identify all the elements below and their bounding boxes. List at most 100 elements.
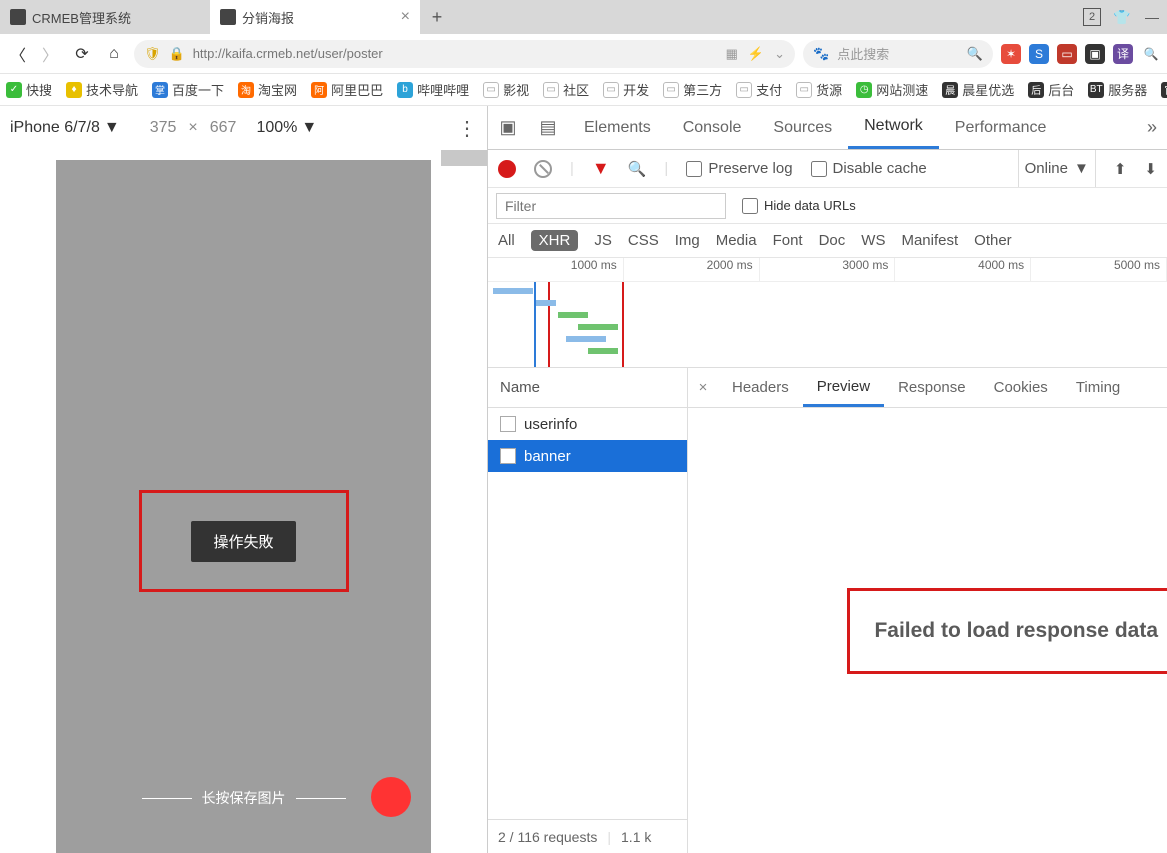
tab-console[interactable]: Console [667, 106, 758, 149]
upload-icon[interactable]: ⬆ [1114, 160, 1127, 178]
filter-media[interactable]: Media [716, 232, 757, 249]
tab-performance[interactable]: Performance [939, 106, 1063, 149]
close-icon[interactable]: × [401, 8, 410, 26]
record-icon[interactable] [498, 160, 516, 178]
more-icon[interactable]: ⋮ [457, 116, 477, 141]
network-timeline[interactable]: 1000 ms 2000 ms 3000 ms 4000 ms 5000 ms [488, 258, 1167, 368]
filter-manifest[interactable]: Manifest [901, 232, 958, 249]
bookmark-icon: ♦ [66, 82, 82, 98]
search-placeholder: 点此搜索 [837, 44, 889, 63]
tab-response[interactable]: Response [884, 368, 980, 407]
bookmark-item[interactable]: ▭第三方 [663, 80, 722, 99]
bookmark-icon: 掌 [152, 82, 168, 98]
fab-button[interactable] [371, 777, 411, 817]
window-badge[interactable]: 2 [1077, 2, 1107, 32]
device-width[interactable]: 375 [150, 119, 177, 137]
filter-other[interactable]: Other [974, 232, 1012, 249]
filter-img[interactable]: Img [675, 232, 700, 249]
timeline-tick: 2000 ms [624, 258, 760, 281]
ext-icon[interactable]: S [1029, 44, 1049, 64]
bookmark-item[interactable]: b哔哩哔哩 [397, 80, 469, 99]
clear-icon[interactable] [534, 160, 552, 178]
bookmark-item[interactable]: ▭社区 [543, 80, 589, 99]
tab-network[interactable]: Network [848, 106, 939, 149]
tab-headers[interactable]: Headers [718, 368, 803, 407]
device-toggle-icon[interactable]: ▤ [528, 117, 568, 138]
tab-title: CRMEB管理系统 [32, 8, 131, 27]
bookmark-item[interactable]: 官官方系统 [1161, 80, 1167, 99]
reload-icon[interactable]: ⟳ [70, 44, 94, 64]
bookmark-item[interactable]: 阿阿里巴巴 [311, 80, 383, 99]
request-name: userinfo [524, 416, 577, 433]
new-tab-button[interactable]: + [420, 0, 454, 34]
bookmark-item[interactable]: ▭支付 [736, 80, 782, 99]
bookmark-item[interactable]: 晨晨星优选 [942, 80, 1014, 99]
ext-icon[interactable]: ▣ [1085, 44, 1105, 64]
filter-input[interactable] [496, 193, 726, 219]
home-icon[interactable]: ⌂ [102, 45, 126, 63]
filter-ws[interactable]: WS [861, 232, 885, 249]
tab-cookies[interactable]: Cookies [980, 368, 1062, 407]
timeline-tick: 5000 ms [1031, 258, 1167, 281]
request-row-selected[interactable]: banner [488, 440, 687, 472]
scrollbar[interactable] [441, 150, 487, 166]
browser-tab[interactable]: CRMEB管理系统 [0, 0, 210, 34]
filter-xhr[interactable]: XHR [531, 230, 579, 251]
throttle-select[interactable]: Online ▼ [1018, 150, 1096, 187]
search-box[interactable]: 🐾 点此搜索 🔍 [803, 40, 993, 68]
filter-css[interactable]: CSS [628, 232, 659, 249]
devtools-tabs: ▣ ▤ Elements Console Sources Network Per… [488, 106, 1167, 150]
filter-doc[interactable]: Doc [819, 232, 846, 249]
bookmark-item[interactable]: 后后台 [1028, 80, 1074, 99]
folder-icon: ▭ [483, 82, 499, 98]
filter-font[interactable]: Font [773, 232, 803, 249]
qr-icon[interactable]: ▦ [726, 46, 738, 62]
search-icon[interactable]: 🔍 [967, 46, 983, 62]
bookmark-item[interactable]: BT服务器 [1088, 80, 1147, 99]
filter-icon[interactable]: ▼ [592, 158, 610, 179]
document-icon [500, 416, 516, 432]
filter-js[interactable]: JS [594, 232, 612, 249]
bookmark-item[interactable]: 掌百度一下 [152, 80, 224, 99]
bookmark-item[interactable]: ◷网站测速 [856, 80, 928, 99]
bookmark-item[interactable]: ▭影视 [483, 80, 529, 99]
disable-cache-checkbox[interactable]: Disable cache [811, 160, 927, 177]
zoom-select[interactable]: 100% ▼ [256, 119, 317, 137]
ext-icon[interactable]: ▭ [1057, 44, 1077, 64]
preserve-log-checkbox[interactable]: Preserve log [686, 160, 792, 177]
bookmark-item[interactable]: ✓快搜 [6, 80, 52, 99]
bolt-icon[interactable]: ⚡ [748, 46, 764, 62]
close-icon[interactable]: × [688, 379, 718, 396]
window-minimize-icon[interactable]: — [1137, 2, 1167, 32]
hide-data-urls-checkbox[interactable]: Hide data URLs [742, 198, 856, 214]
filter-all[interactable]: All [498, 232, 515, 249]
network-toolbar: | ▼ 🔍 | Preserve log Disable cache Onlin… [488, 150, 1167, 188]
search-ext-icon[interactable]: 🔍 [1141, 44, 1161, 64]
request-row[interactable]: userinfo [488, 408, 687, 440]
browser-tab-active[interactable]: 分销海报 × [210, 0, 420, 34]
chevron-down-icon[interactable]: ⌄ [774, 46, 785, 62]
translate-icon[interactable]: 译 [1113, 44, 1133, 64]
device-select[interactable]: iPhone 6/7/8 ▼ [10, 119, 120, 137]
tab-preview[interactable]: Preview [803, 368, 884, 407]
forward-icon[interactable]: 〉 [38, 42, 62, 66]
name-column-header[interactable]: Name [488, 368, 687, 408]
tabs-overflow-icon[interactable]: » [1137, 117, 1167, 138]
phone-viewport[interactable]: 操作失敗 长按保存图片 [56, 160, 431, 853]
inspect-icon[interactable]: ▣ [488, 117, 528, 138]
back-icon[interactable]: 〈 [6, 42, 30, 66]
tab-timing[interactable]: Timing [1062, 368, 1134, 407]
ext-icon[interactable]: ✶ [1001, 44, 1021, 64]
extension-icons: ✶ S ▭ ▣ 译 🔍 [1001, 44, 1161, 64]
device-height[interactable]: 667 [210, 119, 237, 137]
url-box[interactable]: 🛡 🔒 http://kaifa.crmeb.net/user/poster ▦… [134, 40, 795, 68]
window-skin-icon[interactable]: 👕 [1107, 2, 1137, 32]
tab-sources[interactable]: Sources [757, 106, 848, 149]
search-icon[interactable]: 🔍 [628, 160, 647, 178]
bookmark-item[interactable]: ▭开发 [603, 80, 649, 99]
bookmark-item[interactable]: 淘淘宝网 [238, 80, 297, 99]
bookmark-item[interactable]: ▭货源 [796, 80, 842, 99]
tab-elements[interactable]: Elements [568, 106, 667, 149]
download-icon[interactable]: ⬇ [1144, 160, 1157, 178]
bookmark-item[interactable]: ♦技术导航 [66, 80, 138, 99]
